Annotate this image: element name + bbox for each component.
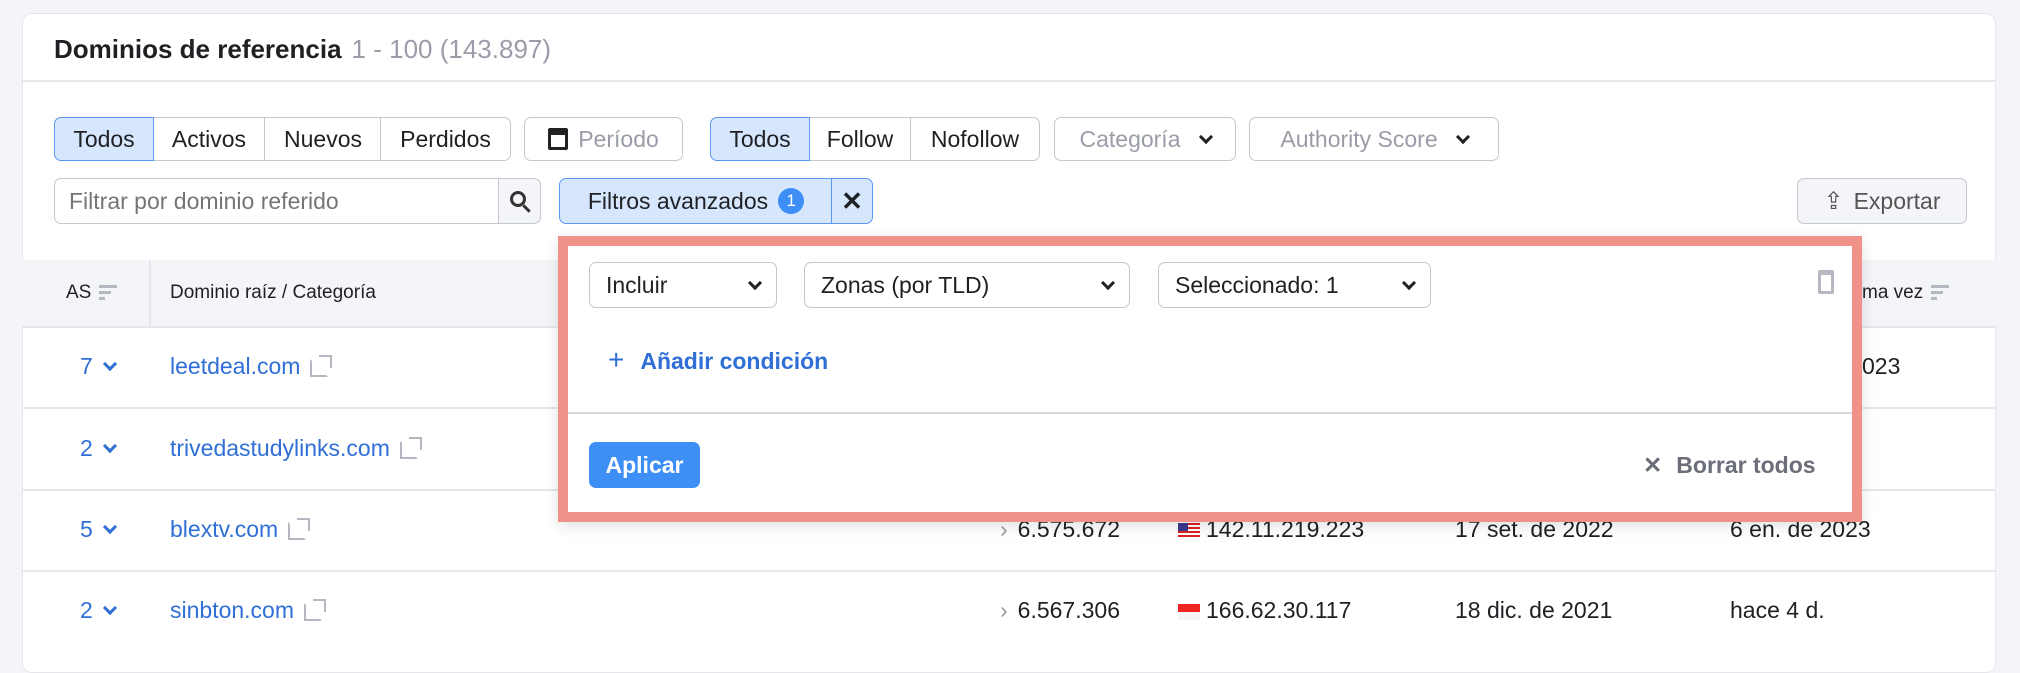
chevron-down-icon xyxy=(102,519,117,535)
as-toggle[interactable]: 5 xyxy=(80,516,117,543)
chevron-right-icon: › xyxy=(1000,597,1008,623)
domain-text: leetdeal.com xyxy=(170,353,301,379)
status-perdidos-button[interactable]: Perdidos xyxy=(380,117,511,161)
first-seen-cell: 18 dic. de 2021 xyxy=(1455,597,1613,623)
column-divider xyxy=(149,260,151,328)
delete-condition-icon[interactable] xyxy=(1818,270,1834,294)
field-select[interactable]: Zonas (por TLD) xyxy=(804,262,1130,308)
search-icon xyxy=(509,191,531,213)
ip-cell: 166.62.30.117 xyxy=(1178,597,1351,624)
as-toggle[interactable]: 2 xyxy=(80,435,117,462)
last-seen-cell: hace 4 d. xyxy=(1730,597,1825,623)
column-domain: Dominio raíz / Categoría xyxy=(170,282,376,303)
domain-link[interactable]: blextv.com xyxy=(170,516,311,543)
chevron-down-icon xyxy=(102,356,117,372)
close-icon: ✕ xyxy=(841,185,863,216)
status-nuevos-button[interactable]: Nuevos xyxy=(264,117,382,161)
apply-button[interactable]: Aplicar xyxy=(589,442,700,488)
divider xyxy=(568,412,1852,414)
domain-text: sinbton.com xyxy=(170,597,295,623)
linktype-follow-button[interactable]: Follow xyxy=(808,117,912,161)
chevron-down-icon xyxy=(747,275,763,290)
authority-label: Authority Score xyxy=(1280,125,1438,152)
external-link-icon[interactable] xyxy=(288,517,311,540)
advanced-filters-popup: Incluir Zonas (por TLD) Seleccionado: 1 … xyxy=(558,236,1862,522)
clear-all-button[interactable]: ✕ Borrar todos xyxy=(1643,452,1816,479)
column-last-seen[interactable]: ma vez xyxy=(1862,282,1950,304)
sg-flag-icon xyxy=(1178,603,1200,620)
status-todos-button[interactable]: Todos xyxy=(54,117,154,161)
category-label: Categoría xyxy=(1079,125,1181,152)
title-text: Dominios de referencia xyxy=(54,34,342,64)
result-count: 1 - 100 (143.897) xyxy=(351,34,552,64)
external-link-icon[interactable] xyxy=(399,436,422,459)
as-toggle[interactable]: 2 xyxy=(80,597,117,624)
backlinks-cell[interactable]: › 6.567.306 xyxy=(1000,597,1120,624)
authority-score-dropdown[interactable]: Authority Score xyxy=(1249,117,1499,161)
include-select[interactable]: Incluir xyxy=(589,262,777,308)
as-value: 7 xyxy=(80,353,93,379)
chevron-down-icon xyxy=(1401,275,1417,290)
include-label: Incluir xyxy=(606,271,668,298)
status-activos-button[interactable]: Activos xyxy=(152,117,266,161)
external-link-icon[interactable] xyxy=(310,354,333,377)
backlinks-value: 6.567.306 xyxy=(1017,597,1120,623)
linktype-nofollow-button[interactable]: Nofollow xyxy=(910,117,1040,161)
chevron-down-icon xyxy=(1100,275,1116,290)
selected-label: Seleccionado: 1 xyxy=(1175,271,1339,298)
chevron-down-icon xyxy=(102,600,117,616)
as-value: 5 xyxy=(80,516,93,542)
last-seen-cell: 023 xyxy=(1862,353,1901,379)
last-seen-header-label: ma vez xyxy=(1862,282,1924,303)
chevron-down-icon xyxy=(1455,129,1470,144)
us-flag-icon xyxy=(1178,522,1200,539)
as-value: 2 xyxy=(80,435,93,461)
export-button[interactable]: ⇪ Exportar xyxy=(1797,178,1967,224)
domain-link[interactable]: sinbton.com xyxy=(170,597,327,624)
filter-count-badge: 1 xyxy=(778,188,805,214)
page-title: Dominios de referencia 1 - 100 (143.897) xyxy=(54,34,551,65)
field-label: Zonas (por TLD) xyxy=(821,271,990,298)
close-icon: ✕ xyxy=(1643,452,1663,478)
domain-search-input[interactable] xyxy=(54,178,500,224)
as-header-label: AS xyxy=(66,282,92,303)
advanced-filters-button[interactable]: Filtros avanzados 1 xyxy=(559,178,833,224)
plus-icon: + xyxy=(608,344,625,375)
domain-link[interactable]: trivedastudylinks.com xyxy=(170,435,422,462)
external-link-icon[interactable] xyxy=(304,598,327,621)
divider xyxy=(22,80,1996,82)
domain-text: trivedastudylinks.com xyxy=(170,435,390,461)
domain-link[interactable]: leetdeal.com xyxy=(170,353,333,380)
as-toggle[interactable]: 7 xyxy=(80,353,117,380)
period-button[interactable]: Período xyxy=(524,117,683,161)
linktype-todos-button[interactable]: Todos xyxy=(710,117,810,161)
search-button[interactable] xyxy=(498,178,541,224)
period-label: Período xyxy=(578,125,659,152)
add-condition-button[interactable]: + Añadir condición xyxy=(608,344,828,376)
domain-text: blextv.com xyxy=(170,516,279,542)
sort-icon[interactable] xyxy=(1931,284,1950,301)
clear-advanced-filters-button[interactable]: ✕ xyxy=(831,178,873,224)
add-condition-label: Añadir condición xyxy=(640,348,829,374)
chevron-down-icon xyxy=(1198,129,1213,144)
column-as[interactable]: AS xyxy=(66,282,118,304)
as-value: 2 xyxy=(80,597,93,623)
calendar-icon xyxy=(548,128,569,150)
value-select[interactable]: Seleccionado: 1 xyxy=(1158,262,1431,308)
upload-icon: ⇪ xyxy=(1823,187,1844,215)
category-dropdown[interactable]: Categoría xyxy=(1054,117,1236,161)
ip-value: 166.62.30.117 xyxy=(1206,597,1352,623)
export-label: Exportar xyxy=(1853,187,1941,214)
advanced-filters-label: Filtros avanzados xyxy=(587,187,769,214)
chevron-down-icon xyxy=(102,438,117,454)
sort-icon[interactable] xyxy=(99,284,118,301)
clear-all-label: Borrar todos xyxy=(1676,452,1816,478)
